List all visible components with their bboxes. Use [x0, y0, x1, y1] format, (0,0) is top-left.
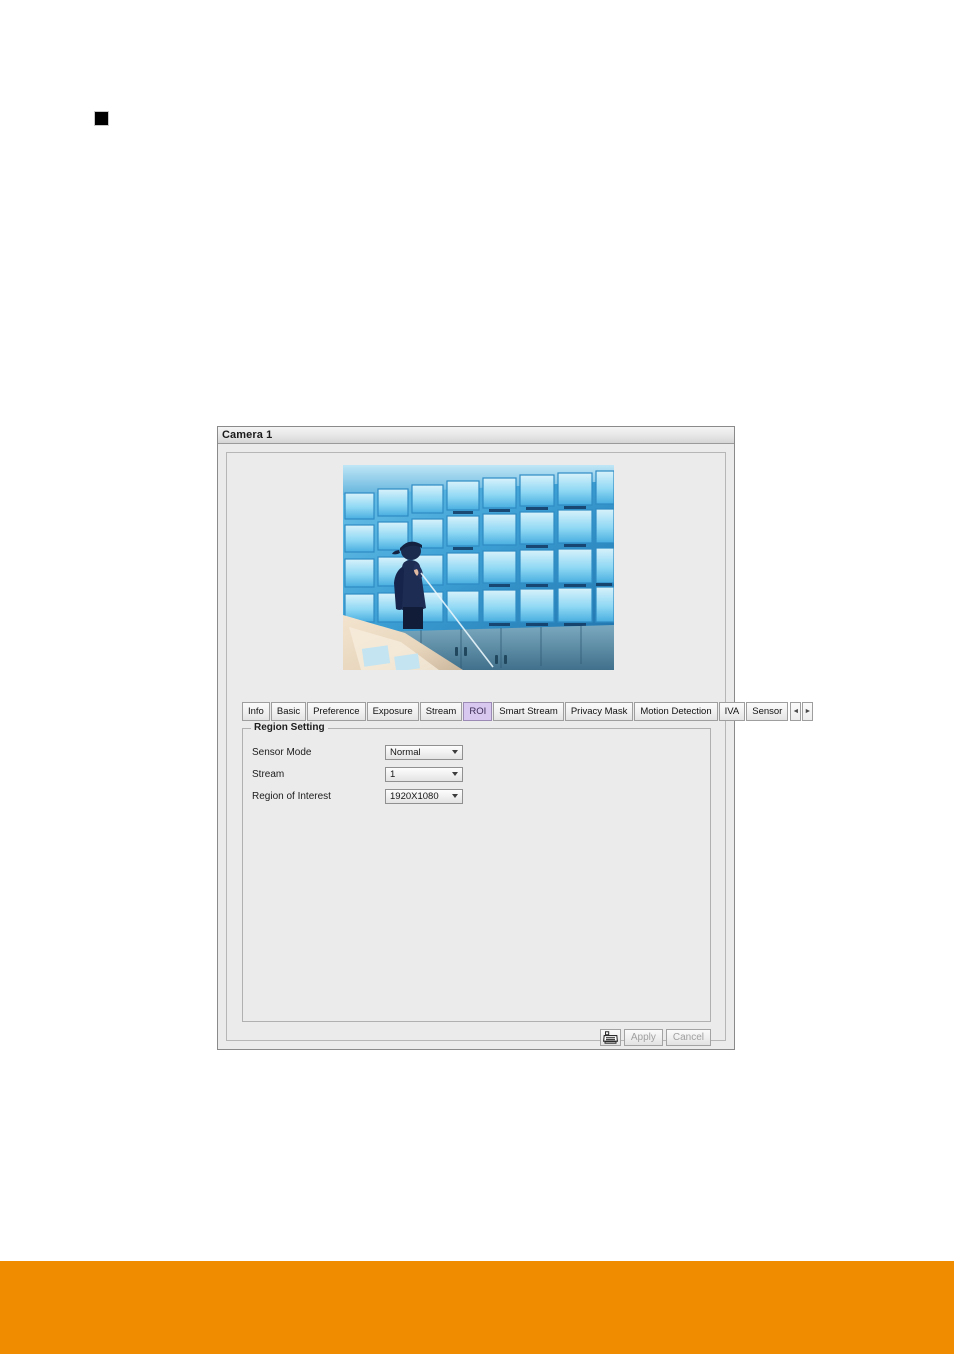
dialog-title: Camera 1	[222, 429, 273, 441]
stream-divider	[448, 769, 449, 780]
dialog-titlebar: Camera 1	[218, 427, 734, 444]
apply-button[interactable]: Apply	[623, 1029, 663, 1046]
save-icon	[602, 1031, 618, 1044]
dialog-button-bar: Apply Cancel	[599, 1029, 711, 1046]
region-of-interest-divider	[448, 791, 449, 802]
tab-info[interactable]: Info	[242, 702, 270, 721]
settings-tabstrip[interactable]: Info Basic Preference Exposure Stream RO…	[242, 702, 814, 721]
sensor-mode-value: Normal	[390, 746, 421, 758]
stream-value: 1	[390, 768, 396, 780]
tab-stream[interactable]: Stream	[419, 702, 463, 721]
tab-iva[interactable]: IVA	[718, 702, 746, 721]
section-bullet-marker	[94, 111, 109, 126]
dialog-content-panel: Info Basic Preference Exposure Stream RO…	[226, 452, 814, 1046]
cancel-button[interactable]: Cancel	[665, 1029, 711, 1046]
chevron-down-icon	[452, 794, 458, 798]
chevron-down-icon	[452, 772, 458, 776]
sensor-mode-divider	[448, 747, 449, 758]
camera-preview-image	[343, 465, 614, 670]
tab-preference[interactable]: Preference	[307, 702, 366, 721]
footer-band	[0, 1261, 954, 1354]
save-button[interactable]	[599, 1029, 621, 1046]
stream-dropdown[interactable]: 1	[385, 766, 463, 782]
region-of-interest-value: 1920X1080	[390, 790, 439, 802]
region-setting-legend: Region Setting	[251, 722, 328, 733]
tab-exposure[interactable]: Exposure	[366, 702, 419, 721]
form-row-stream: Stream 1	[252, 763, 701, 785]
sensor-mode-label: Sensor Mode	[252, 746, 312, 758]
tab-scroll-arrows: ◄ ►	[790, 702, 814, 721]
camera-preview[interactable]	[343, 465, 614, 670]
region-of-interest-label: Region of Interest	[252, 790, 331, 802]
tab-sensor[interactable]: Sensor	[746, 702, 789, 721]
form-row-region-of-interest: Region of Interest 1920X1080	[252, 785, 701, 807]
camera-settings-dialog: Camera 1 Info Basic Preference Exposure …	[217, 426, 814, 1050]
tab-motion-detection[interactable]: Motion Detection	[634, 702, 718, 721]
region-setting-form: Sensor Mode Normal Stream 1 Region of In…	[252, 741, 701, 807]
sensor-mode-dropdown[interactable]: Normal	[385, 744, 463, 760]
stream-label: Stream	[252, 768, 285, 780]
chevron-right-icon[interactable]: ►	[802, 702, 814, 721]
tab-smart-stream[interactable]: Smart Stream	[493, 702, 564, 721]
chevron-left-icon[interactable]: ◄	[790, 702, 802, 721]
tab-basic[interactable]: Basic	[270, 702, 307, 721]
tab-privacy-mask[interactable]: Privacy Mask	[564, 702, 634, 721]
region-of-interest-dropdown[interactable]: 1920X1080	[385, 788, 463, 804]
chevron-down-icon	[452, 750, 458, 754]
form-row-sensor-mode: Sensor Mode Normal	[252, 741, 701, 763]
tab-roi[interactable]: ROI	[463, 702, 493, 721]
region-setting-group: Region Setting Sensor Mode Normal Stream…	[242, 722, 711, 1022]
